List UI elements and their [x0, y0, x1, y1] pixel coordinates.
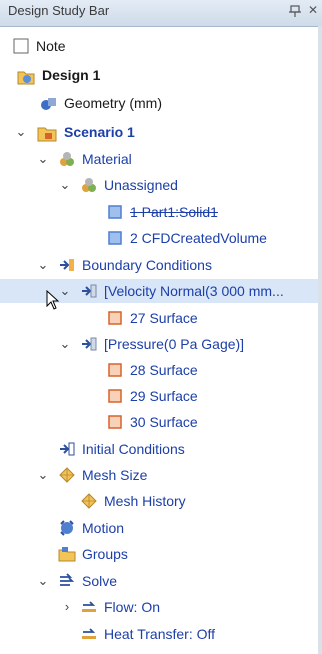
- surface-28-label: 28 Surface: [130, 362, 198, 378]
- tree-item-material[interactable]: ⌄ Material: [0, 147, 318, 171]
- design-label: Design 1: [42, 67, 101, 83]
- tree-item-heat-transfer[interactable]: Heat Transfer: Off: [0, 622, 318, 646]
- chevron-down-icon[interactable]: ⌄: [36, 147, 50, 171]
- design-study-tree: Note Design 1 Geometry (mm) ⌄ Scenario 1…: [0, 26, 322, 654]
- part1-label: 1 Part1:Solid1: [130, 204, 218, 220]
- tree-item-mesh-size[interactable]: ⌄ Mesh Size: [0, 463, 318, 487]
- solve-icon: [60, 573, 75, 586]
- geometry-label: Geometry (mm): [64, 95, 162, 111]
- part2-label: 2 CFDCreatedVolume: [130, 230, 267, 246]
- scenario-icon: [37, 127, 57, 142]
- motion-label: Motion: [82, 520, 125, 536]
- chevron-down-icon[interactable]: ⌄: [58, 279, 72, 303]
- boundary-conditions-label: Boundary Conditions: [82, 257, 212, 273]
- chevron-down-icon[interactable]: ⌄: [36, 253, 50, 277]
- scenario-label: Scenario 1: [64, 124, 135, 140]
- boundary-conditions-icon: [60, 259, 74, 271]
- note-label: Note: [36, 38, 66, 54]
- tree-item-part1[interactable]: 1 Part1:Solid1: [0, 200, 318, 224]
- tree-item-surface-28[interactable]: 28 Surface: [0, 358, 318, 382]
- surface-30-label: 30 Surface: [130, 414, 198, 430]
- panel-right-edge: [318, 26, 322, 654]
- chevron-down-icon[interactable]: ⌄: [58, 173, 72, 197]
- surface-29-label: 29 Surface: [130, 388, 198, 404]
- tree-item-mesh-history[interactable]: Mesh History: [0, 489, 318, 513]
- initial-conditions-icon: [60, 442, 75, 456]
- material-icon: [60, 152, 74, 166]
- heat-transfer-label: Heat Transfer: Off: [104, 626, 216, 642]
- mesh-size-label: Mesh Size: [82, 467, 148, 483]
- tree-item-groups[interactable]: Groups: [0, 542, 318, 566]
- tree-item-part2[interactable]: 2 CFDCreatedVolume: [0, 226, 318, 250]
- solve-label: Solve: [82, 573, 118, 589]
- tree-item-unassigned[interactable]: ⌄ Unassigned: [0, 173, 318, 197]
- title-bar: Design Study Bar ✕: [0, 0, 322, 27]
- boundary-condition-icon: [82, 284, 97, 298]
- surface-27-label: 27 Surface: [130, 310, 198, 326]
- groups-label: Groups: [82, 546, 128, 562]
- tree-item-initial-conditions[interactable]: Initial Conditions: [0, 437, 318, 461]
- note-icon: [13, 38, 29, 54]
- pressure-label: [Pressure(0 Pa Gage)]: [104, 336, 245, 352]
- mesh-icon: [59, 467, 75, 483]
- surface-icon: [108, 311, 122, 325]
- tree-item-surface-30[interactable]: 30 Surface: [0, 410, 318, 434]
- tree-item-scenario[interactable]: ⌄ Scenario 1: [0, 120, 318, 144]
- mesh-icon: [81, 493, 97, 509]
- tree-item-surface-29[interactable]: 29 Surface: [0, 384, 318, 408]
- volume-icon: [108, 205, 122, 219]
- surface-icon: [108, 389, 122, 403]
- chevron-right-icon[interactable]: ›: [60, 595, 74, 619]
- tree-item-note[interactable]: Note: [0, 34, 318, 58]
- heat-transfer-icon: [82, 628, 96, 639]
- tree-item-solve[interactable]: ⌄ Solve: [0, 569, 318, 593]
- tree-item-pressure[interactable]: ⌄ [Pressure(0 Pa Gage)]: [0, 332, 318, 356]
- design-icon: [17, 71, 35, 85]
- mouse-pointer-icon: [46, 290, 60, 310]
- chevron-down-icon[interactable]: ⌄: [36, 463, 50, 487]
- window-title: Design Study Bar: [8, 3, 110, 18]
- initial-conditions-label: Initial Conditions: [82, 441, 185, 457]
- volume-icon: [108, 231, 122, 245]
- geometry-icon: [41, 98, 56, 110]
- pin-icon[interactable]: [288, 4, 302, 18]
- tree-item-design[interactable]: Design 1: [0, 63, 318, 87]
- motion-icon: [60, 520, 74, 536]
- tree-item-geometry[interactable]: Geometry (mm): [0, 91, 318, 115]
- flow-label: Flow: On: [104, 599, 161, 615]
- surface-icon: [108, 415, 122, 429]
- tree-item-boundary-conditions[interactable]: ⌄ Boundary Conditions: [0, 253, 318, 277]
- tree-item-motion[interactable]: Motion: [0, 516, 318, 540]
- surface-icon: [108, 363, 122, 377]
- chevron-down-icon[interactable]: ⌄: [36, 569, 50, 593]
- close-icon[interactable]: ✕: [308, 3, 318, 17]
- material-icon: [82, 178, 96, 192]
- material-label: Material: [82, 151, 132, 167]
- unassigned-label: Unassigned: [104, 177, 178, 193]
- chevron-down-icon[interactable]: ⌄: [58, 332, 72, 356]
- groups-icon: [58, 547, 76, 562]
- flow-icon: [82, 601, 96, 612]
- velocity-label: [Velocity Normal(3 000 mm...: [104, 283, 284, 299]
- chevron-down-icon[interactable]: ⌄: [14, 120, 28, 144]
- boundary-condition-icon: [82, 337, 97, 351]
- tree-item-flow[interactable]: › Flow: On: [0, 595, 318, 619]
- mesh-history-label: Mesh History: [104, 493, 186, 509]
